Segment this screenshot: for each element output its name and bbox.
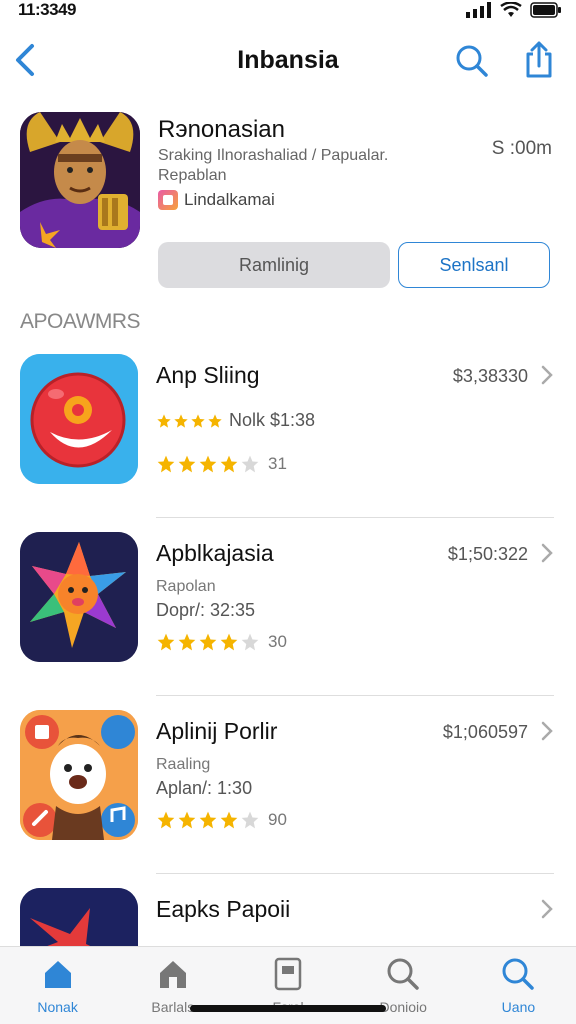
list-item[interactable]: Aplinij Porlir $1;060597 Raaling Aplan/:…: [0, 696, 576, 874]
app-category: Rapolan: [156, 578, 216, 595]
star-icon: [199, 633, 217, 651]
tab-home[interactable]: Nonak: [0, 947, 115, 1024]
app-category: Raaling: [156, 756, 211, 773]
developer-badge-icon: [158, 190, 178, 210]
tab-search-blue[interactable]: Uano: [461, 947, 576, 1024]
app-icon: [20, 532, 138, 662]
star-icon: [241, 633, 259, 651]
rating-stars: [156, 454, 260, 474]
small-stars: [156, 413, 223, 429]
app-meta-row: Nolk $1:38: [156, 410, 315, 431]
star-icon: [241, 455, 259, 473]
app-detail: Nolk $1:38: [229, 410, 316, 430]
tab-browse[interactable]: Barlals: [115, 947, 230, 1024]
rating-stars: [156, 810, 260, 830]
star-icon: [220, 633, 238, 651]
featured-app-subtitle: Sraking Ilnorashaliad / Papualar. Repabl…: [158, 147, 389, 184]
app-detail: Dopr/: 32:35: [156, 600, 256, 620]
featured-app-name: Rэnonasian: [158, 116, 285, 143]
tab-card[interactable]: Fsrol: [230, 947, 345, 1024]
star-icon: [157, 811, 175, 829]
star-icon: [220, 811, 238, 829]
search-button[interactable]: [455, 44, 489, 83]
star-icon: [199, 811, 217, 829]
app-name: Anp Sliing: [156, 362, 260, 388]
chevron-right-icon: [541, 365, 553, 385]
developer-name: Lindalkamai: [184, 190, 275, 209]
list-item[interactable]: Apblkajasia $1;50:322 Rapolan Dopr/: 32:…: [0, 518, 576, 696]
app-name: Eapks Papoii: [156, 896, 291, 922]
rating-count: 30: [268, 632, 287, 651]
star-icon: [199, 455, 217, 473]
search-icon: [456, 45, 488, 77]
battery-icon: [530, 2, 561, 18]
chevron-right-icon: [541, 543, 553, 563]
app-price: $1;060597: [442, 722, 528, 742]
app-detail: Aplan/: 1:30: [156, 778, 253, 798]
search-blue-icon: [502, 958, 535, 990]
rating-stars: [156, 632, 260, 652]
app-price: $1;50:322: [447, 544, 528, 564]
page-title: Inbansia: [237, 46, 339, 74]
star-icon: [241, 811, 259, 829]
signal-icon: [466, 2, 491, 18]
star-icon: [208, 413, 222, 428]
star-icon: [157, 455, 175, 473]
house-icon: [44, 961, 71, 988]
featured-app: Rэnonasian Sraking Ilnorashaliad / Papua…: [0, 98, 576, 298]
nav-bar: Inbansia: [0, 30, 576, 90]
app-price: $3,38330: [452, 366, 528, 386]
chevron-right-icon: [541, 721, 553, 741]
star-icon: [178, 633, 196, 651]
search-icon: [387, 958, 419, 990]
tab-label: Uano: [501, 999, 536, 1015]
status-icons: [466, 2, 562, 18]
star-icon: [157, 413, 171, 428]
featured-app-price: S :00m: [491, 138, 552, 159]
star-icon: [220, 455, 238, 473]
share-button[interactable]: [522, 40, 556, 85]
star-icon: [178, 811, 196, 829]
tab-search[interactable]: Donioio: [346, 947, 461, 1024]
rating-count: 90: [268, 810, 287, 829]
chevron-right-icon: [541, 899, 553, 919]
star-icon: [157, 633, 175, 651]
star-icon: [178, 455, 196, 473]
star-icon: [174, 413, 188, 428]
app-list: Anp Sliing $3,38330 Nolk $1:38 31 Apblka…: [0, 340, 576, 1024]
rating: 90: [156, 810, 287, 830]
ranking-button[interactable]: Ramlinig: [158, 242, 390, 288]
search-action-button[interactable]: Senlsanl: [398, 242, 550, 288]
featured-app-developer[interactable]: Lindalkamai: [158, 190, 275, 210]
home-indicator: [190, 1005, 386, 1012]
status-time: 11:3349: [18, 0, 76, 19]
share-icon: [526, 41, 552, 78]
rating: 31: [156, 454, 287, 474]
status-bar: 11:3349: [0, 0, 576, 22]
app-icon: [20, 354, 138, 484]
tab-label: Nonak: [37, 999, 78, 1015]
app-name: Apblkajasia: [156, 540, 274, 566]
rating-count: 31: [268, 454, 287, 473]
tab-bar: Nonak Barlals Fsrol Donioio Uano: [0, 946, 576, 1024]
section-header: APOAWMRS: [20, 310, 141, 333]
rating: 30: [156, 632, 287, 652]
house-gray-icon: [159, 961, 186, 988]
app-icon: [20, 710, 138, 840]
wifi-icon: [500, 2, 522, 17]
featured-app-icon[interactable]: [20, 112, 140, 248]
app-name: Aplinij Porlir: [156, 718, 278, 744]
star-icon: [191, 413, 205, 428]
list-item[interactable]: Anp Sliing $3,38330 Nolk $1:38 31: [0, 340, 576, 518]
card-icon: [274, 957, 302, 991]
